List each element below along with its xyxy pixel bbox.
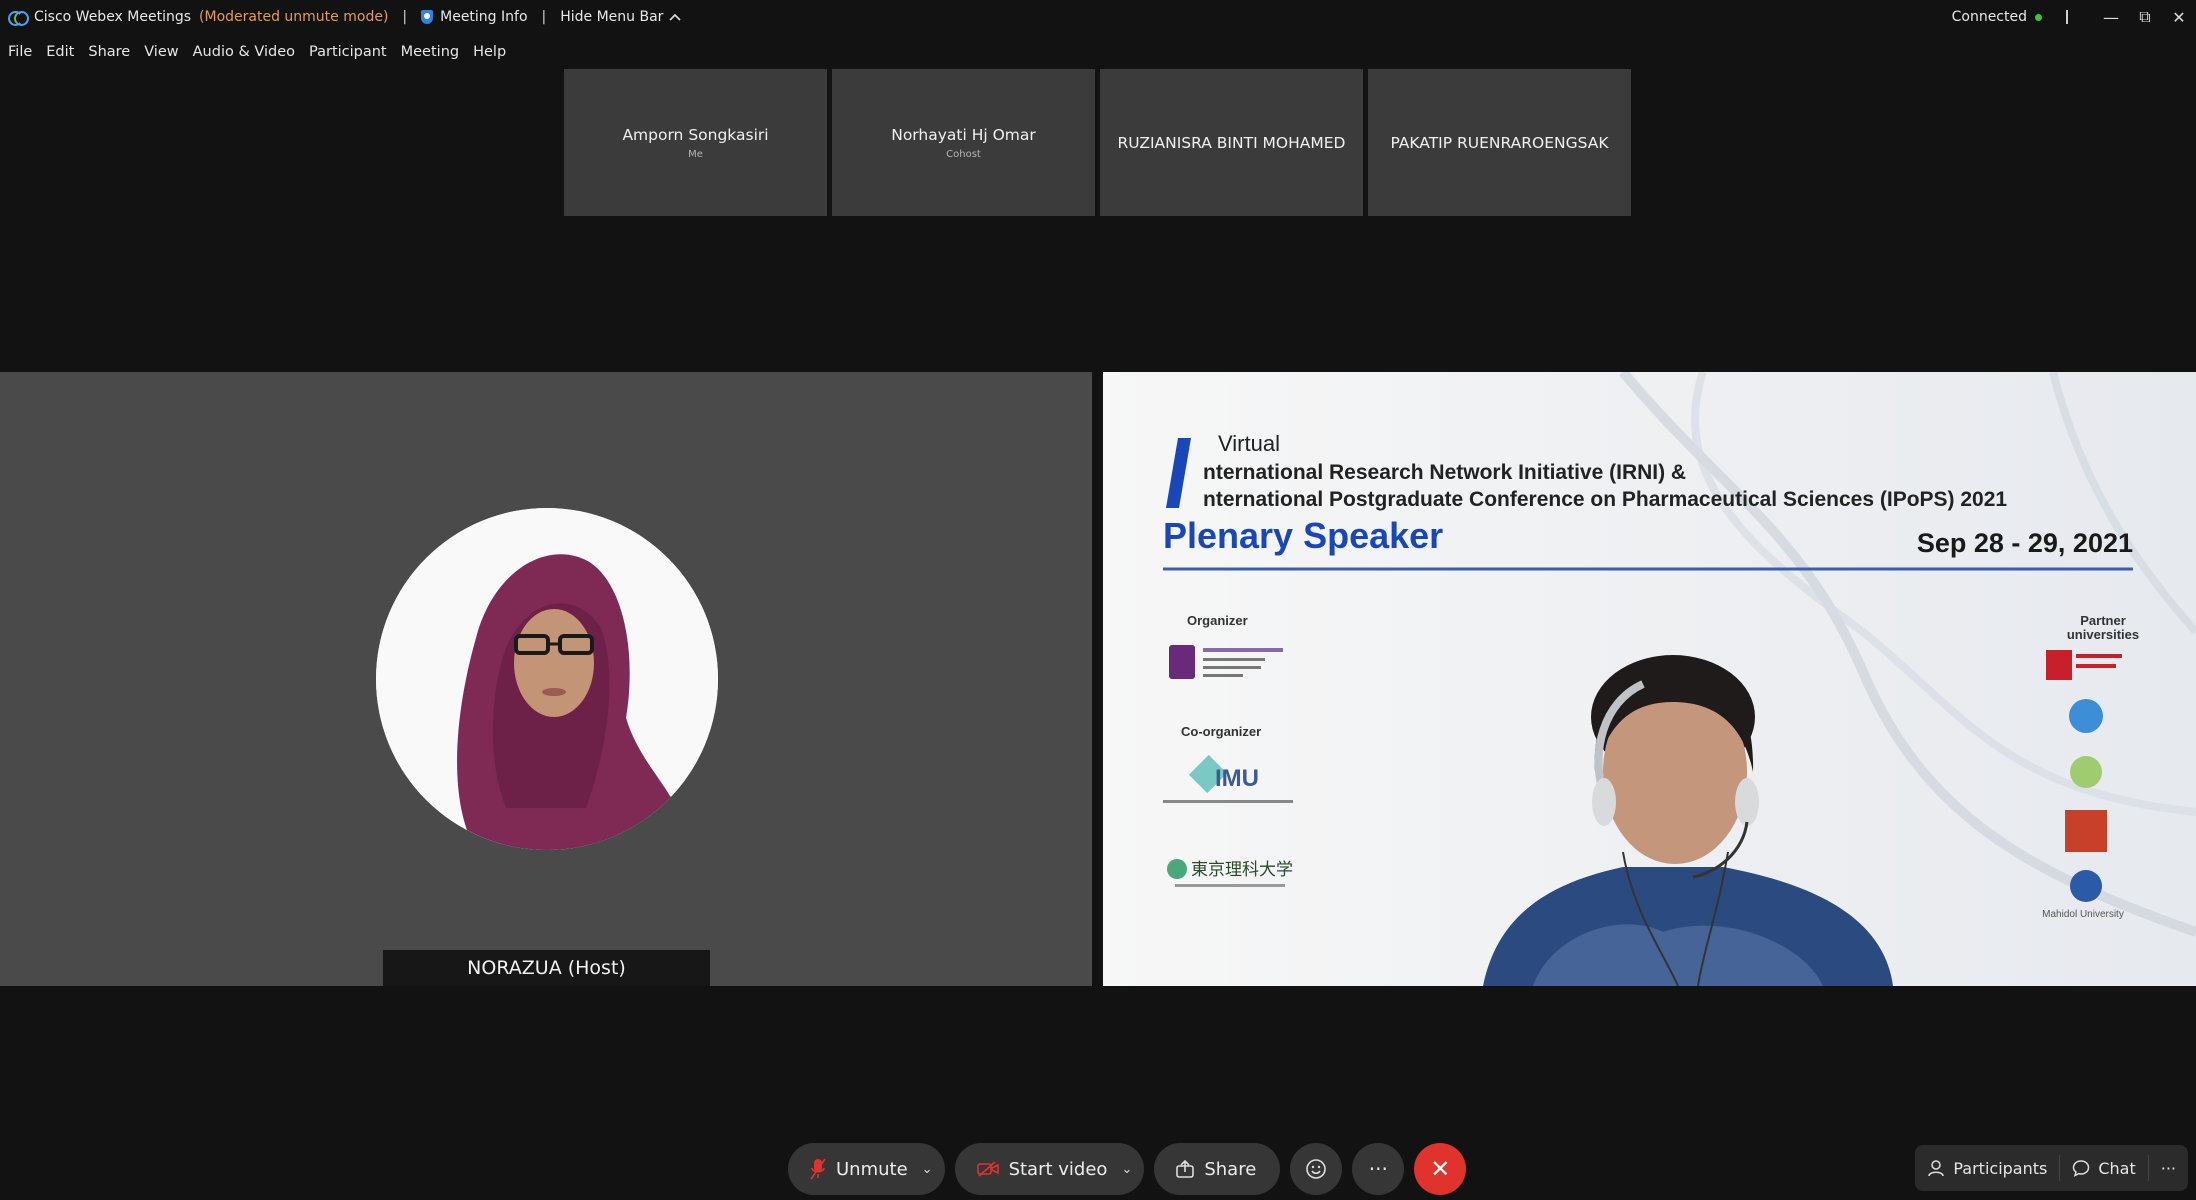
slide-universities-label: universities <box>2067 627 2139 642</box>
participant-name: RUZIANISRA BINTI MOHAMED <box>1117 133 1346 152</box>
participants-label: Participants <box>1953 1158 2048 1178</box>
mahidol-logo-icon <box>2070 870 2102 902</box>
participant-tile[interactable]: Norhayati Hj Omar Cohost <box>832 69 1095 216</box>
participant-role: Cohost <box>946 148 981 160</box>
slide-imu: IMU <box>1215 765 1259 792</box>
slide-date: Sep 28 - 29, 2021 <box>1917 528 2133 558</box>
unmute-label: Unmute <box>836 1158 908 1180</box>
chat-bubble-icon <box>2073 1160 2090 1177</box>
host-name-tag: NORAZUA (Host) <box>383 950 710 986</box>
minimize-icon[interactable]: — <box>2094 0 2128 34</box>
partner-logo-4-icon <box>2065 810 2107 852</box>
participant-strip: Amporn Songkasiri Me Norhayati Hj Omar C… <box>564 69 1631 216</box>
status-divider <box>2066 10 2068 24</box>
menu-participant[interactable]: Participant <box>309 44 387 60</box>
mic-muted-icon <box>810 1158 826 1180</box>
restore-icon[interactable]: ⧉ <box>2128 0 2162 34</box>
chevron-down-icon[interactable]: ⌄ <box>922 1162 933 1177</box>
participant-name: Amporn Songkasiri <box>622 125 769 144</box>
menu-help[interactable]: Help <box>473 44 506 60</box>
more-options-button[interactable]: ··· <box>1352 1143 1405 1195</box>
video-off-icon <box>976 1161 999 1177</box>
queens-logo-icon <box>2046 650 2072 680</box>
presenter-video-panel[interactable]: Virtual nternational Research Network In… <box>1103 372 2196 986</box>
share-button[interactable]: Share <box>1154 1143 1281 1195</box>
title-separator: | <box>541 9 547 25</box>
mode-label: (Moderated unmute mode) <box>199 9 389 25</box>
person-icon <box>1928 1160 1945 1177</box>
host-avatar <box>376 508 718 850</box>
slide-virtual: Virtual <box>1218 431 1280 456</box>
hide-menu-bar-button[interactable]: Hide Menu Bar <box>560 9 682 25</box>
start-video-label: Start video <box>1008 1158 1108 1180</box>
participant-role: Me <box>688 148 703 160</box>
connection-status: Connected <box>1952 9 2042 25</box>
partner-logo-2-icon <box>2069 699 2103 733</box>
slide-tokyo: 東京理科大学 <box>1191 860 1293 879</box>
menu-share[interactable]: Share <box>88 44 130 60</box>
title-separator: | <box>402 9 408 25</box>
partner-logo-3-icon <box>2070 756 2102 788</box>
chevron-down-icon[interactable]: ⌄ <box>1121 1162 1132 1177</box>
meeting-controls: Unmute ⌄ Start video ⌄ Share ··· ✕ <box>788 1143 1467 1195</box>
close-icon[interactable]: ✕ <box>2162 0 2196 34</box>
share-label: Share <box>1204 1158 1257 1180</box>
share-icon <box>1176 1160 1195 1178</box>
participant-tile[interactable]: Amporn Songkasiri Me <box>564 69 827 216</box>
participant-name: Norhayati Hj Omar <box>891 125 1036 144</box>
smiley-icon <box>1306 1159 1327 1179</box>
webex-logo-icon <box>8 10 29 26</box>
end-meeting-button[interactable]: ✕ <box>1414 1143 1467 1195</box>
slide-organizer-label: Organizer <box>1187 613 1248 628</box>
connection-status-label: Connected <box>1951 9 2027 25</box>
app-title: Cisco Webex Meetings (Moderated unmute m… <box>0 9 389 26</box>
reactions-button[interactable] <box>1290 1143 1343 1195</box>
menu-meeting[interactable]: Meeting <box>401 44 459 60</box>
chat-button[interactable]: Chat <box>2060 1145 2147 1191</box>
participant-name: PAKATIP RUENRAROENGSAK <box>1390 133 1609 152</box>
close-icon: ✕ <box>1430 1155 1451 1183</box>
slide-partner-label: Partner <box>2080 613 2126 628</box>
chevron-up-icon <box>669 13 682 21</box>
shield-icon <box>421 10 434 24</box>
conference-slide: Virtual nternational Research Network In… <box>1103 372 2196 986</box>
slide-line1: nternational Research Network Initiative… <box>1203 461 1686 484</box>
meeting-info-label: Meeting Info <box>440 9 528 25</box>
chat-label: Chat <box>2098 1158 2136 1178</box>
connected-dot-icon <box>2035 13 2042 21</box>
menu-edit[interactable]: Edit <box>46 44 74 60</box>
hide-menu-bar-label: Hide Menu Bar <box>560 9 664 25</box>
unmute-button[interactable]: Unmute ⌄ <box>788 1143 945 1195</box>
slide-line2: nternational Postgraduate Conference on … <box>1203 488 2007 511</box>
menu-bar: File Edit Share View Audio & Video Parti… <box>0 38 520 66</box>
title-bar: Cisco Webex Meetings (Moderated unmute m… <box>0 0 2196 34</box>
participant-tile[interactable]: PAKATIP RUENRAROENGSAK <box>1368 69 1631 216</box>
slide-co-organizer-label: Co-organizer <box>1181 724 1261 739</box>
window-controls: Connected — ⧉ ✕ <box>1952 0 2196 34</box>
menu-file[interactable]: File <box>8 44 32 60</box>
menu-audio-video[interactable]: Audio & Video <box>193 44 295 60</box>
panel-more-button[interactable]: ··· <box>2149 1145 2188 1191</box>
tokyo-logo-icon <box>1167 859 1187 879</box>
start-video-button[interactable]: Start video ⌄ <box>954 1143 1145 1195</box>
meeting-info-button[interactable]: Meeting Info <box>421 9 528 25</box>
slide-mahidol: Mahidol University <box>2042 909 2124 920</box>
panel-controls: Participants Chat ··· <box>1915 1145 2188 1191</box>
participant-tile[interactable]: RUZIANISRA BINTI MOHAMED <box>1100 69 1363 216</box>
uitm-logo-icon <box>1169 645 1195 679</box>
app-name: Cisco Webex Meetings <box>34 9 192 25</box>
host-video-panel[interactable]: NORAZUA (Host) <box>0 372 1092 986</box>
menu-view[interactable]: View <box>144 44 178 60</box>
participants-button[interactable]: Participants <box>1915 1145 2059 1191</box>
slide-heading: Plenary Speaker <box>1163 515 1443 556</box>
host-portrait-image <box>376 508 718 850</box>
